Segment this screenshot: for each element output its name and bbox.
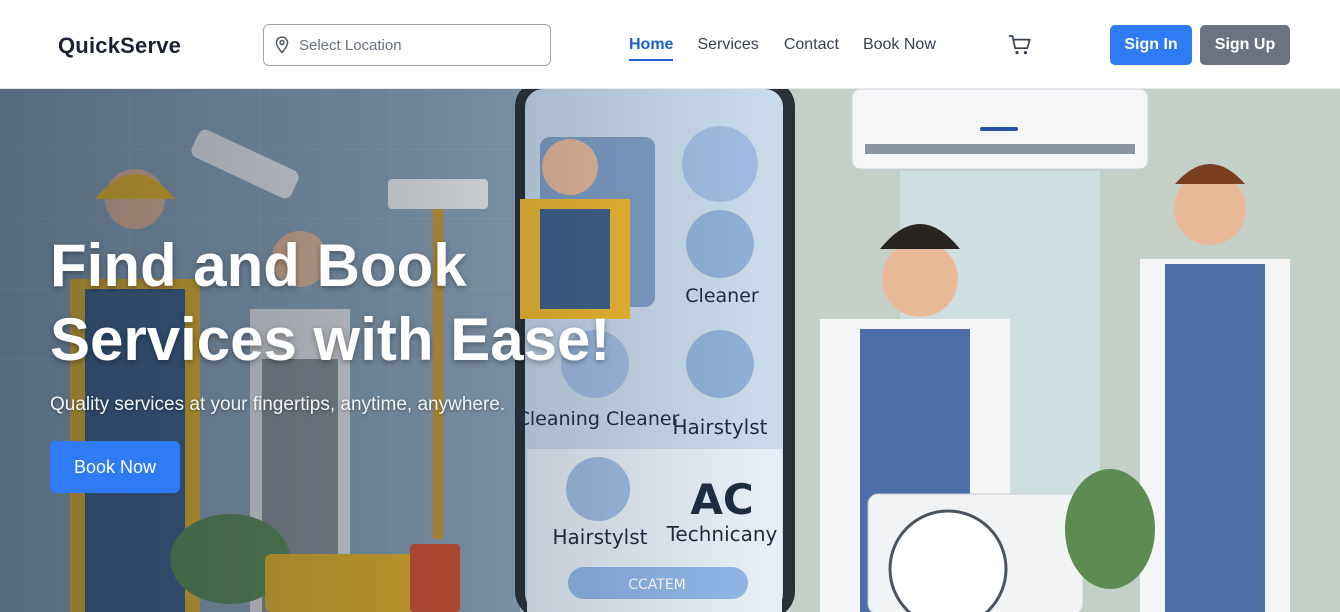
hero-banner: CleanerCleaning CleanerHairstylstHairsty…	[0, 89, 1340, 612]
location-input[interactable]	[299, 36, 539, 54]
main-nav: Home Services Contact Book Now	[629, 36, 936, 61]
cart-icon[interactable]	[1008, 34, 1032, 56]
hero-book-now-button[interactable]: Book Now	[50, 441, 180, 493]
nav-home[interactable]: Home	[629, 36, 674, 61]
top-navbar: QuickServe Home Services Contact Book No…	[0, 0, 1340, 89]
sign-in-button[interactable]: Sign In	[1110, 25, 1192, 65]
hero-subtitle: Quality services at your fingertips, any…	[50, 394, 506, 415]
brand-logo[interactable]: QuickServe	[58, 33, 181, 59]
hero-title: Find and Book Services with Ease!	[50, 232, 611, 373]
nav-contact[interactable]: Contact	[784, 36, 839, 61]
sign-up-button[interactable]: Sign Up	[1200, 25, 1290, 65]
location-selector[interactable]	[263, 24, 551, 66]
nav-book-now[interactable]: Book Now	[863, 36, 936, 61]
nav-services[interactable]: Services	[697, 36, 758, 61]
location-pin-icon	[275, 36, 289, 54]
